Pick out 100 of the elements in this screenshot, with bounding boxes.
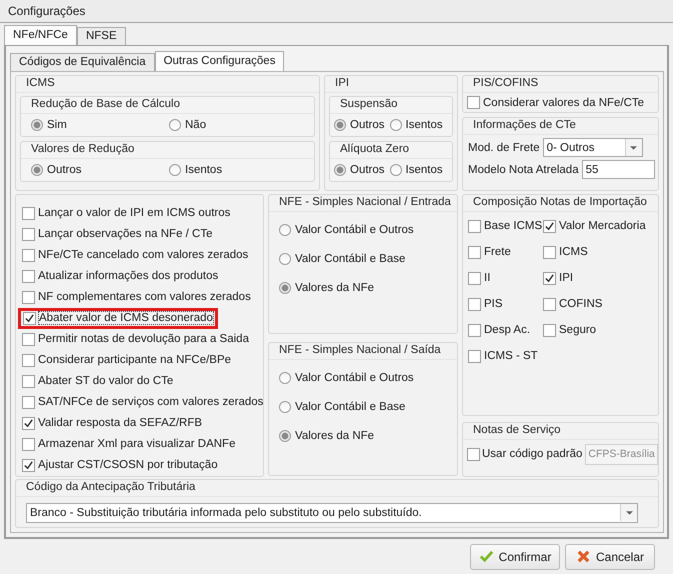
radio-label: Valor Contábil e Outros	[295, 224, 414, 236]
radio-option[interactable]: Outros	[334, 164, 385, 176]
check-icon	[23, 460, 34, 471]
radio-button[interactable]	[31, 119, 43, 131]
tab[interactable]: NFe/NFCe	[4, 25, 77, 45]
checkbox[interactable]	[22, 332, 35, 346]
radio-button[interactable]	[279, 430, 291, 442]
checkbox-label: ICMS - ST	[484, 350, 538, 362]
checkbox[interactable]	[543, 220, 556, 233]
tab[interactable]: Códigos de Equivalência	[10, 53, 155, 71]
checkbox-label: Considerar valores da NFe/CTe	[483, 96, 644, 108]
tab[interactable]: NFSE	[76, 27, 126, 45]
dropdown[interactable]: 0- Outros	[542, 138, 643, 157]
checkbox[interactable]	[543, 246, 556, 259]
checkbox-label: Considerar participante na NFCe/BPe	[38, 354, 232, 366]
radio-option[interactable]: Sim	[31, 119, 169, 131]
group-title: Alíquota Zero	[330, 142, 452, 159]
check-icon	[23, 418, 34, 429]
checkbox[interactable]	[468, 324, 481, 337]
checkbox-label: Atualizar informações dos produtos	[38, 270, 218, 282]
radio-button[interactable]	[279, 252, 291, 265]
checkbox[interactable]	[22, 354, 35, 367]
radio-button[interactable]	[390, 164, 402, 176]
radio-option[interactable]: Valor Contábil e Outros	[279, 372, 457, 384]
checkbox-label: ICMS	[559, 246, 588, 258]
radio-button[interactable]	[334, 119, 346, 131]
radio-button[interactable]	[279, 400, 291, 413]
window-title: Configurações	[0, 0, 673, 23]
radio-option[interactable]: Não	[169, 119, 307, 131]
caret-icon	[630, 146, 638, 150]
radio-option[interactable]: Valor Contábil e Outros	[279, 224, 457, 236]
group-title: Redução de Base de Cálculo	[21, 97, 314, 114]
group-title: Informações de CTe	[463, 118, 658, 135]
checkbox[interactable]	[23, 312, 36, 325]
check-icon	[24, 312, 35, 324]
checkbox[interactable]	[543, 272, 556, 285]
input-field[interactable]: 55	[582, 160, 655, 179]
checkbox-label: Armazenar Xml para visualizar DANFe	[38, 438, 236, 450]
checkbox-label: Base ICMS	[484, 220, 542, 232]
radio-option[interactable]: Valores da NFe	[279, 282, 457, 294]
group-title: Composição Notas de Importação	[463, 194, 658, 212]
checkbox[interactable]	[22, 458, 35, 472]
checkbox-label: Usar código padrão	[482, 448, 582, 460]
check-icon	[544, 272, 555, 284]
confirm-button[interactable]: Confirmar	[470, 544, 560, 570]
radio-option[interactable]: Valor Contábil e Base	[279, 400, 457, 413]
radio-option[interactable]: Isentos	[169, 164, 307, 176]
checkbox-label: COFINS	[559, 298, 602, 310]
checkbox-label: PIS	[484, 298, 503, 310]
checkbox[interactable]	[468, 246, 481, 259]
checkbox[interactable]	[543, 324, 556, 337]
radio-label: Sim	[47, 119, 67, 131]
checkbox[interactable]	[22, 270, 35, 283]
checkbox[interactable]	[468, 272, 481, 285]
radio-button[interactable]	[279, 224, 291, 236]
checkbox[interactable]	[22, 228, 35, 241]
checkbox[interactable]	[468, 350, 481, 363]
radio-option[interactable]: Isentos	[390, 119, 443, 131]
group-title: NFE - Simples Nacional / Saída	[269, 342, 457, 360]
checkbox[interactable]	[467, 96, 480, 109]
checkbox-label: SAT/NFCe de serviços com valores zerados	[38, 396, 264, 408]
checkbox-label: NFe/CTe cancelado com valores zerados	[38, 249, 248, 262]
checkbox[interactable]	[22, 374, 35, 388]
checkbox[interactable]	[22, 396, 35, 409]
checkbox-label: Frete	[484, 246, 511, 258]
radio-label: Isentos	[406, 164, 443, 176]
radio-option[interactable]: Valor Contábil e Base	[279, 252, 457, 265]
checkbox[interactable]	[543, 298, 556, 311]
checkbox[interactable]	[467, 448, 480, 461]
checkbox[interactable]	[468, 220, 481, 233]
radio-option[interactable]: Outros	[334, 119, 385, 131]
checkbox-label: Abater valor de ICMS desonerado	[39, 312, 213, 324]
group-title: PIS/COFINS	[463, 76, 658, 93]
radio-option[interactable]: Isentos	[390, 164, 443, 176]
radio-button[interactable]	[390, 119, 402, 131]
checkbox-label: Abater ST do valor do CTe	[38, 375, 174, 388]
dropdown[interactable]: Branco - Substituição tributária informada pelo substituto ou pelo substituído.	[26, 502, 638, 523]
checkbox[interactable]	[22, 438, 35, 451]
radio-option[interactable]: Valores da NFe	[279, 430, 457, 442]
radio-option[interactable]: Outros	[31, 164, 169, 176]
radio-label: Valor Contábil e Base	[295, 252, 406, 265]
checkbox[interactable]	[468, 298, 481, 311]
checkbox[interactable]	[22, 290, 35, 304]
radio-button[interactable]	[334, 164, 346, 176]
checkbox[interactable]	[22, 248, 35, 262]
checkbox[interactable]	[22, 416, 35, 430]
radio-button[interactable]	[279, 372, 291, 384]
tab[interactable]: Outras Configurações	[154, 51, 284, 71]
group-title: Código da Antecipação Tributária	[16, 480, 658, 497]
radio-button[interactable]	[279, 282, 291, 294]
radio-button[interactable]	[169, 164, 181, 176]
check-icon	[478, 549, 494, 564]
checkbox[interactable]	[22, 206, 35, 220]
cancel-button[interactable]: Cancelar	[565, 544, 655, 570]
group-title: Valores de Redução	[21, 142, 314, 159]
checkbox-label: Validar resposta da SEFAZ/RFB	[38, 417, 202, 430]
radio-button[interactable]	[169, 119, 181, 131]
radio-button[interactable]	[31, 164, 43, 176]
radio-label: Valores da NFe	[295, 430, 374, 442]
checkbox-label: Seguro	[559, 324, 596, 336]
